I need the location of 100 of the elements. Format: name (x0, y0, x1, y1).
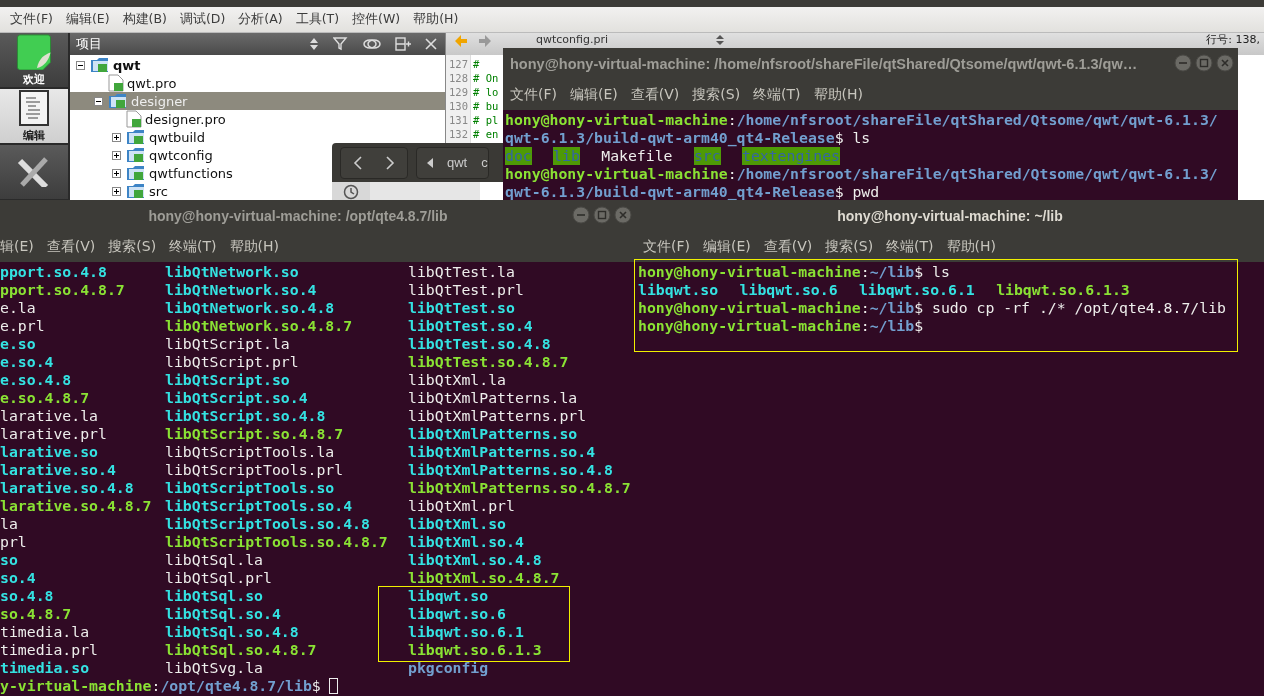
file-name: so.4 (0, 569, 37, 587)
forward-icon[interactable] (385, 155, 395, 170)
menu-item[interactable]: 查看(V) (46, 237, 96, 256)
tree-row[interactable]: designer.pro (70, 110, 230, 128)
terminal-line: qwt-6.1.3/build-qwt-arm40_qt4-Release$ pwd (505, 183, 880, 201)
menu-item[interactable]: 编辑(E) (570, 85, 618, 104)
file-name: libqwt.so.6.1.3 (408, 641, 543, 659)
folder-icon (126, 129, 146, 145)
menu-item[interactable]: 终端(T) (169, 237, 217, 256)
window-title: hony@hony-virtual-machine: /home/nfsroot/shareFile/qtShared/Qtsome/qwt/qwt-6.1.3/qw… (510, 55, 1138, 72)
menu-item[interactable]: 构建(B) (122, 11, 167, 28)
menu-item[interactable]: 辑(E) (0, 237, 34, 256)
file-icon (126, 110, 142, 128)
file-name: libQtTest.so.4 (408, 317, 534, 335)
file-name: libQtSql.so.4.8.7 (165, 641, 318, 659)
mode-tab[interactable]: 编辑 (0, 89, 68, 145)
maximize-button[interactable] (1195, 54, 1213, 72)
path-crumb[interactable]: qwt (447, 155, 468, 170)
terminal-line: qwt-6.1.3/build-qwt-arm40_qt4-Release$ ls (505, 129, 871, 147)
menu-item[interactable]: 文件(F) (10, 11, 53, 28)
mode-tab[interactable] (0, 145, 68, 201)
close-icon[interactable] (425, 38, 437, 50)
file-name: e.so.4 (0, 353, 55, 371)
left-caret-icon[interactable] (427, 157, 433, 168)
menu-item[interactable]: 编辑(E) (65, 11, 110, 28)
link-icon[interactable] (363, 38, 381, 50)
cursor-position: 行号: 138, (1206, 34, 1261, 46)
file-name: libQtXml.la (408, 371, 507, 389)
menu-item[interactable]: 帮助(H) (946, 237, 997, 256)
file-selector[interactable]: qwtconfig.pri (536, 34, 706, 46)
menu-item[interactable]: 帮助(H) (413, 11, 459, 28)
file-name: libQtScript.so.4.8 (165, 407, 327, 425)
file-name: e.prl (0, 317, 46, 335)
file-name: libQtXml.prl (408, 497, 516, 515)
tree-row[interactable]: qwtfunctions (70, 164, 237, 182)
expand-icon[interactable] (112, 186, 121, 196)
folder-icon (126, 183, 146, 199)
file-icon (108, 74, 124, 92)
menu-item[interactable]: 文件(F) (643, 237, 690, 256)
menu-item[interactable]: 帮助(H) (813, 85, 864, 104)
document-icon (19, 89, 49, 126)
sort-icon[interactable] (309, 37, 319, 51)
menu-item[interactable]: 搜索(S) (825, 237, 874, 256)
menu-item[interactable]: 控件(W) (352, 11, 401, 28)
file-name: libQtScript.prl (165, 353, 300, 371)
file-name: libQtTest.so.4.8.7 (408, 353, 570, 371)
menu-item[interactable]: 文件(F) (510, 85, 557, 104)
tree-row[interactable]: qwtconfig (70, 146, 217, 164)
expand-icon[interactable] (112, 168, 121, 178)
menu-item[interactable]: 查看(V) (630, 85, 680, 104)
menu-item[interactable]: 分析(A) (238, 11, 283, 28)
code-line: # (473, 57, 481, 71)
clock-icon (343, 184, 359, 200)
path-crumb[interactable]: c (481, 155, 488, 170)
file-name: libQtScript.so.4 (165, 389, 309, 407)
file-name: timedia.la (0, 623, 91, 641)
expand-icon[interactable] (112, 132, 121, 142)
menu-item[interactable]: 查看(V) (763, 237, 813, 256)
dropdown-arrow-icon[interactable] (716, 34, 724, 46)
terminal-line: hony@hony-virtual-machine:~/lib$ (638, 317, 924, 335)
split-icon[interactable] (395, 37, 411, 51)
menu-item[interactable]: 调试(D) (179, 11, 226, 28)
menu-item[interactable]: 终端(T) (886, 237, 934, 256)
window-title: hony@hony-virtual-machine: /opt/qte4.8.7/lib (148, 207, 448, 224)
file-name: libQtScript.so.4.8.7 (165, 425, 345, 443)
tree-row[interactable]: qwtbuild (70, 128, 209, 146)
code-line: # bu (473, 99, 499, 113)
line-number: 128 (449, 71, 468, 85)
expand-icon[interactable] (112, 150, 121, 160)
file-name: la (0, 515, 19, 533)
menu-item[interactable]: 工具(T) (295, 11, 340, 28)
terminal-line: hony@hony-virtual-machine:~/lib$ ls (638, 263, 950, 281)
file-name: e.so.4.8 (0, 371, 73, 389)
menu-item[interactable]: 编辑(E) (703, 237, 751, 256)
file-name: pkgconfig (408, 659, 490, 677)
close-button[interactable] (1216, 54, 1234, 72)
file-name: libQtXml.so (408, 515, 507, 533)
file-name: libQtTest.so.4.8 (408, 335, 552, 353)
tree-row[interactable]: qwt (70, 56, 145, 74)
file-name: so.4.8.7 (0, 605, 73, 623)
file-name: so (0, 551, 19, 569)
tree-row[interactable]: src (70, 182, 172, 200)
pane-title: 项目 (76, 35, 103, 53)
file-name: libQtXmlPatterns.prl (408, 407, 588, 425)
menu-item[interactable]: 终端(T) (753, 85, 801, 104)
collapse-icon[interactable] (94, 96, 103, 106)
close-button[interactable] (614, 206, 632, 224)
menu-item[interactable]: 搜索(S) (108, 237, 157, 256)
file-name: libQtSql.la (165, 551, 264, 569)
file-name: libqwt.so (408, 587, 490, 605)
mode-tab[interactable]: 欢迎 (0, 33, 68, 89)
file-name: timedia.prl (0, 641, 99, 659)
file-name: libQtScriptTools.so.4.8 (165, 515, 371, 533)
menu-item[interactable]: 搜索(S) (692, 85, 741, 104)
back-icon[interactable] (353, 155, 363, 170)
filter-icon[interactable] (333, 37, 349, 51)
collapse-icon[interactable] (76, 60, 85, 70)
tree-row[interactable]: qwt.pro (70, 74, 181, 92)
maximize-button[interactable] (593, 206, 611, 224)
menu-item[interactable]: 帮助(H) (229, 237, 280, 256)
